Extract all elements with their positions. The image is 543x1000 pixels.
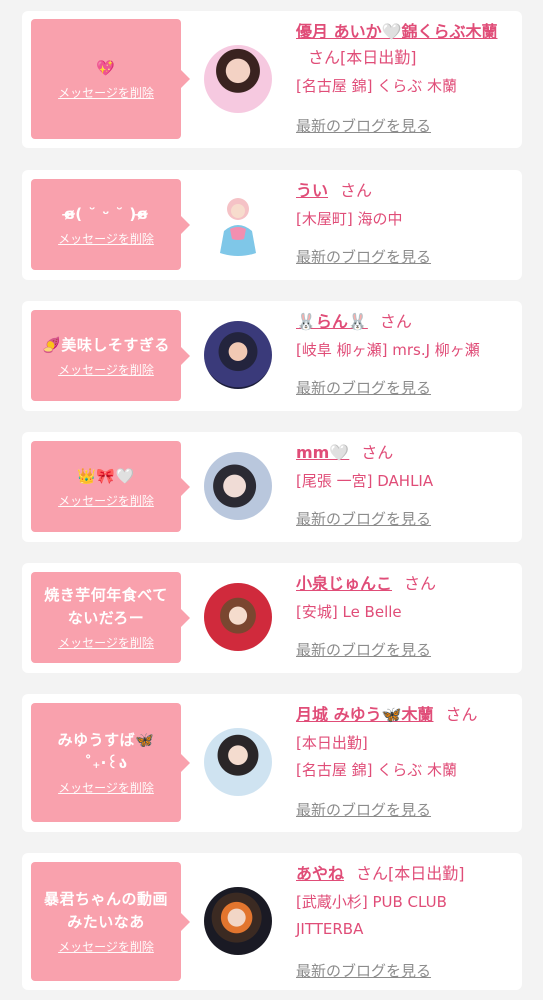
attendance-badge: [本日出勤]	[296, 734, 368, 752]
delete-message-link[interactable]: メッセージを削除	[58, 492, 154, 509]
store-label: [名古屋 錦] くらぶ 木蘭	[296, 761, 458, 779]
delete-message-link[interactable]: メッセージを削除	[58, 779, 154, 796]
honorific: さん	[445, 705, 478, 724]
message-card: 💖 メッセージを削除 優月 あいか🤍錦くらぶ木蘭さん[本日出勤] [名古屋 錦]…	[22, 11, 522, 148]
message-text: 👑🎀🤍	[77, 466, 135, 485]
message-bubble: ɞ̴̶̷( ˘ ᵕ ˘ )ɞ̴̶̷ メッセージを削除	[31, 179, 190, 270]
latest-blog-link[interactable]: 最新のブログを見る	[296, 960, 431, 981]
message-text: みゆうすば🦋	[57, 731, 155, 749]
honorific: さん	[340, 181, 373, 200]
delete-message-link[interactable]: メッセージを削除	[58, 634, 154, 651]
honorific: さん	[361, 443, 394, 462]
message-text: ˚₊‧꒰ა	[84, 754, 128, 772]
latest-blog-link[interactable]: 最新のブログを見る	[296, 246, 431, 267]
latest-blog-link[interactable]: 最新のブログを見る	[296, 508, 431, 529]
cast-name-link[interactable]: mm🤍	[296, 443, 349, 462]
message-text: 🍠美味しそすぎる	[42, 335, 170, 354]
message-card: 🍠美味しそすぎる メッセージを削除 🐰らん🐰 さん [岐阜 柳ヶ瀬] mrs.J …	[22, 301, 522, 411]
latest-blog-link[interactable]: 最新のブログを見る	[296, 377, 431, 398]
honorific: さん	[379, 312, 412, 331]
attendance-badge: [本日出勤]	[388, 864, 465, 883]
avatar[interactable]	[204, 321, 272, 389]
message-bubble: 👑🎀🤍 メッセージを削除	[31, 441, 190, 532]
message-text: 暴君ちゃんの動画	[43, 890, 168, 908]
avatar[interactable]	[204, 583, 272, 651]
honorific: さん	[404, 574, 437, 593]
cast-name-link[interactable]: あやね	[296, 864, 344, 883]
delete-message-link[interactable]: メッセージを削除	[58, 84, 154, 101]
avatar[interactable]	[204, 728, 272, 796]
store-label: [尾張 一宮] DAHLIA	[296, 472, 434, 490]
message-text: 焼き芋何年食べて	[44, 586, 168, 604]
honorific: さん	[308, 48, 341, 67]
message-bubble: 💖 メッセージを削除	[31, 19, 190, 139]
store-label: [安城] Le Belle	[296, 603, 402, 621]
message-text: みたいなあ	[67, 913, 145, 931]
message-bubble: 焼き芋何年食べて ないだろー メッセージを削除	[31, 572, 190, 663]
message-text: 💖	[96, 59, 116, 77]
message-card: ɞ̴̶̷( ˘ ᵕ ˘ )ɞ̴̶̷ メッセージを削除 うい さん [木屋町] 海の…	[22, 170, 522, 280]
attendance-badge: [本日出勤]	[340, 48, 417, 67]
message-card: 👑🎀🤍 メッセージを削除 mm🤍 さん [尾張 一宮] DAHLIA 最新のブログ…	[22, 432, 522, 542]
delete-message-link[interactable]: メッセージを削除	[58, 230, 154, 247]
message-bubble: みゆうすば🦋 ˚₊‧꒰ა メッセージを削除	[31, 703, 190, 822]
cast-name-link[interactable]: 優月 あいか🤍錦くらぶ木蘭	[296, 22, 498, 41]
store-label: [名古屋 錦] くらぶ 木蘭	[296, 77, 458, 95]
delete-message-link[interactable]: メッセージを削除	[58, 361, 154, 378]
avatar[interactable]	[204, 191, 272, 259]
delete-message-link[interactable]: メッセージを削除	[58, 938, 154, 955]
latest-blog-link[interactable]: 最新のブログを見る	[296, 115, 431, 136]
avatar[interactable]	[204, 45, 272, 113]
store-label: [木屋町] 海の中	[296, 210, 403, 228]
honorific: さん	[356, 864, 389, 883]
message-card: 暴君ちゃんの動画 みたいなあ メッセージを削除 あやね さん[本日出勤] [武蔵小…	[22, 853, 522, 990]
message-text: ないだろー	[67, 609, 145, 627]
latest-blog-link[interactable]: 最新のブログを見る	[296, 639, 431, 660]
store-label: [岐阜 柳ヶ瀬] mrs.J 柳ヶ瀬	[296, 341, 480, 359]
message-text: ɞ̴̶̷( ˘ ᵕ ˘ )ɞ̴̶̷	[63, 204, 149, 223]
avatar[interactable]	[204, 452, 272, 520]
message-bubble: 🍠美味しそすぎる メッセージを削除	[31, 310, 190, 401]
cast-name-link[interactable]: うい	[296, 181, 328, 200]
message-card: 焼き芋何年食べて ないだろー メッセージを削除 小泉じゅんこ さん [安城] Le…	[22, 563, 522, 673]
message-bubble: 暴君ちゃんの動画 みたいなあ メッセージを削除	[31, 862, 190, 981]
avatar-image	[220, 198, 256, 256]
avatar[interactable]	[204, 887, 272, 955]
cast-name-link[interactable]: 小泉じゅんこ	[296, 574, 392, 593]
cast-name-link[interactable]: 🐰らん🐰	[296, 312, 368, 331]
message-card: みゆうすば🦋 ˚₊‧꒰ა メッセージを削除 月城 みゆう🦋木蘭 さん [本日出勤]…	[22, 694, 522, 832]
store-label: JITTERBA	[296, 920, 364, 938]
latest-blog-link[interactable]: 最新のブログを見る	[296, 799, 431, 820]
cast-name-link[interactable]: 月城 みゆう🦋木蘭	[296, 705, 434, 724]
store-label: [武蔵小杉] PUB CLUB	[296, 893, 447, 911]
